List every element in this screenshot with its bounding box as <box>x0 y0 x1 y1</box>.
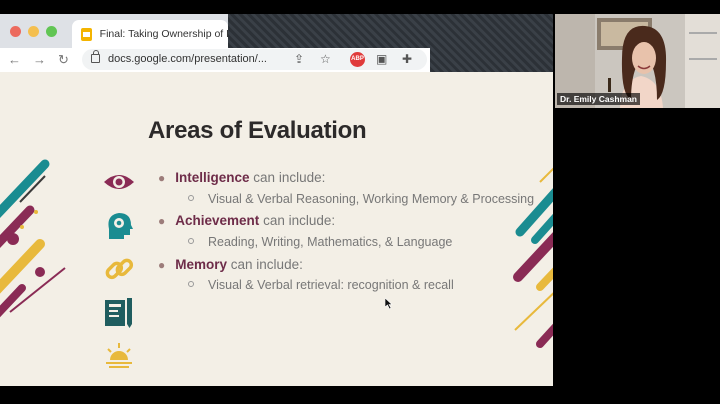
book-pencil-icon <box>105 298 132 328</box>
slides-favicon-icon <box>81 27 92 41</box>
extension-puzzle-icon[interactable]: ✚ <box>402 52 412 66</box>
address-bar[interactable]: docs.google.com/presentation/... ⇪ ☆ ABP… <box>82 49 427 70</box>
minimize-window-button[interactable] <box>28 26 39 37</box>
traffic-lights <box>10 26 57 37</box>
share-icon[interactable]: ⇪ <box>294 52 304 66</box>
list-item: ● Achievement can include: <box>158 213 336 228</box>
sub-list-item: Reading, Writing, Mathematics, & Languag… <box>188 235 452 249</box>
sub-list-item: Visual & Verbal Reasoning, Working Memor… <box>188 192 534 206</box>
extension-icon[interactable]: ▣ <box>376 52 387 66</box>
list-item: ● Intelligence can include: <box>158 170 326 185</box>
list-item: ● Memory can include: <box>158 257 303 272</box>
presentation-slide: Areas of Evaluation ● Intelligence can i… <box>0 72 553 386</box>
url-text: docs.google.com/presentation/... <box>108 53 267 65</box>
reload-icon[interactable]: ↻ <box>58 52 69 68</box>
slide-title: Areas of Evaluation <box>148 117 367 144</box>
participant-name-label: Dr. Emily Cashman <box>557 93 641 105</box>
close-window-button[interactable] <box>10 26 21 37</box>
browser-tab[interactable]: Final: Taking Ownership of L <box>72 20 228 48</box>
browser-window: Final: Taking Ownership of L ← → ↻ docs.… <box>0 14 553 386</box>
adblock-icon[interactable]: ABP <box>350 52 365 67</box>
tab-title: Final: Taking Ownership of L <box>99 28 228 40</box>
chain-link-icon <box>105 258 134 280</box>
forward-arrow-icon[interactable]: → <box>33 52 46 67</box>
head-gear-icon <box>108 213 133 239</box>
lock-icon <box>91 50 100 63</box>
eye-icon <box>104 175 134 189</box>
star-icon[interactable]: ☆ <box>320 52 331 66</box>
maximize-window-button[interactable] <box>46 26 57 37</box>
sub-list-item: Visual & Verbal retrieval: recognition &… <box>188 278 454 292</box>
browser-toolbar: ← → ↻ docs.google.com/presentation/... ⇪… <box>0 48 430 72</box>
mouse-cursor-icon <box>385 298 393 309</box>
back-arrow-icon[interactable]: ← <box>8 52 21 67</box>
sunrise-icon <box>106 343 132 368</box>
